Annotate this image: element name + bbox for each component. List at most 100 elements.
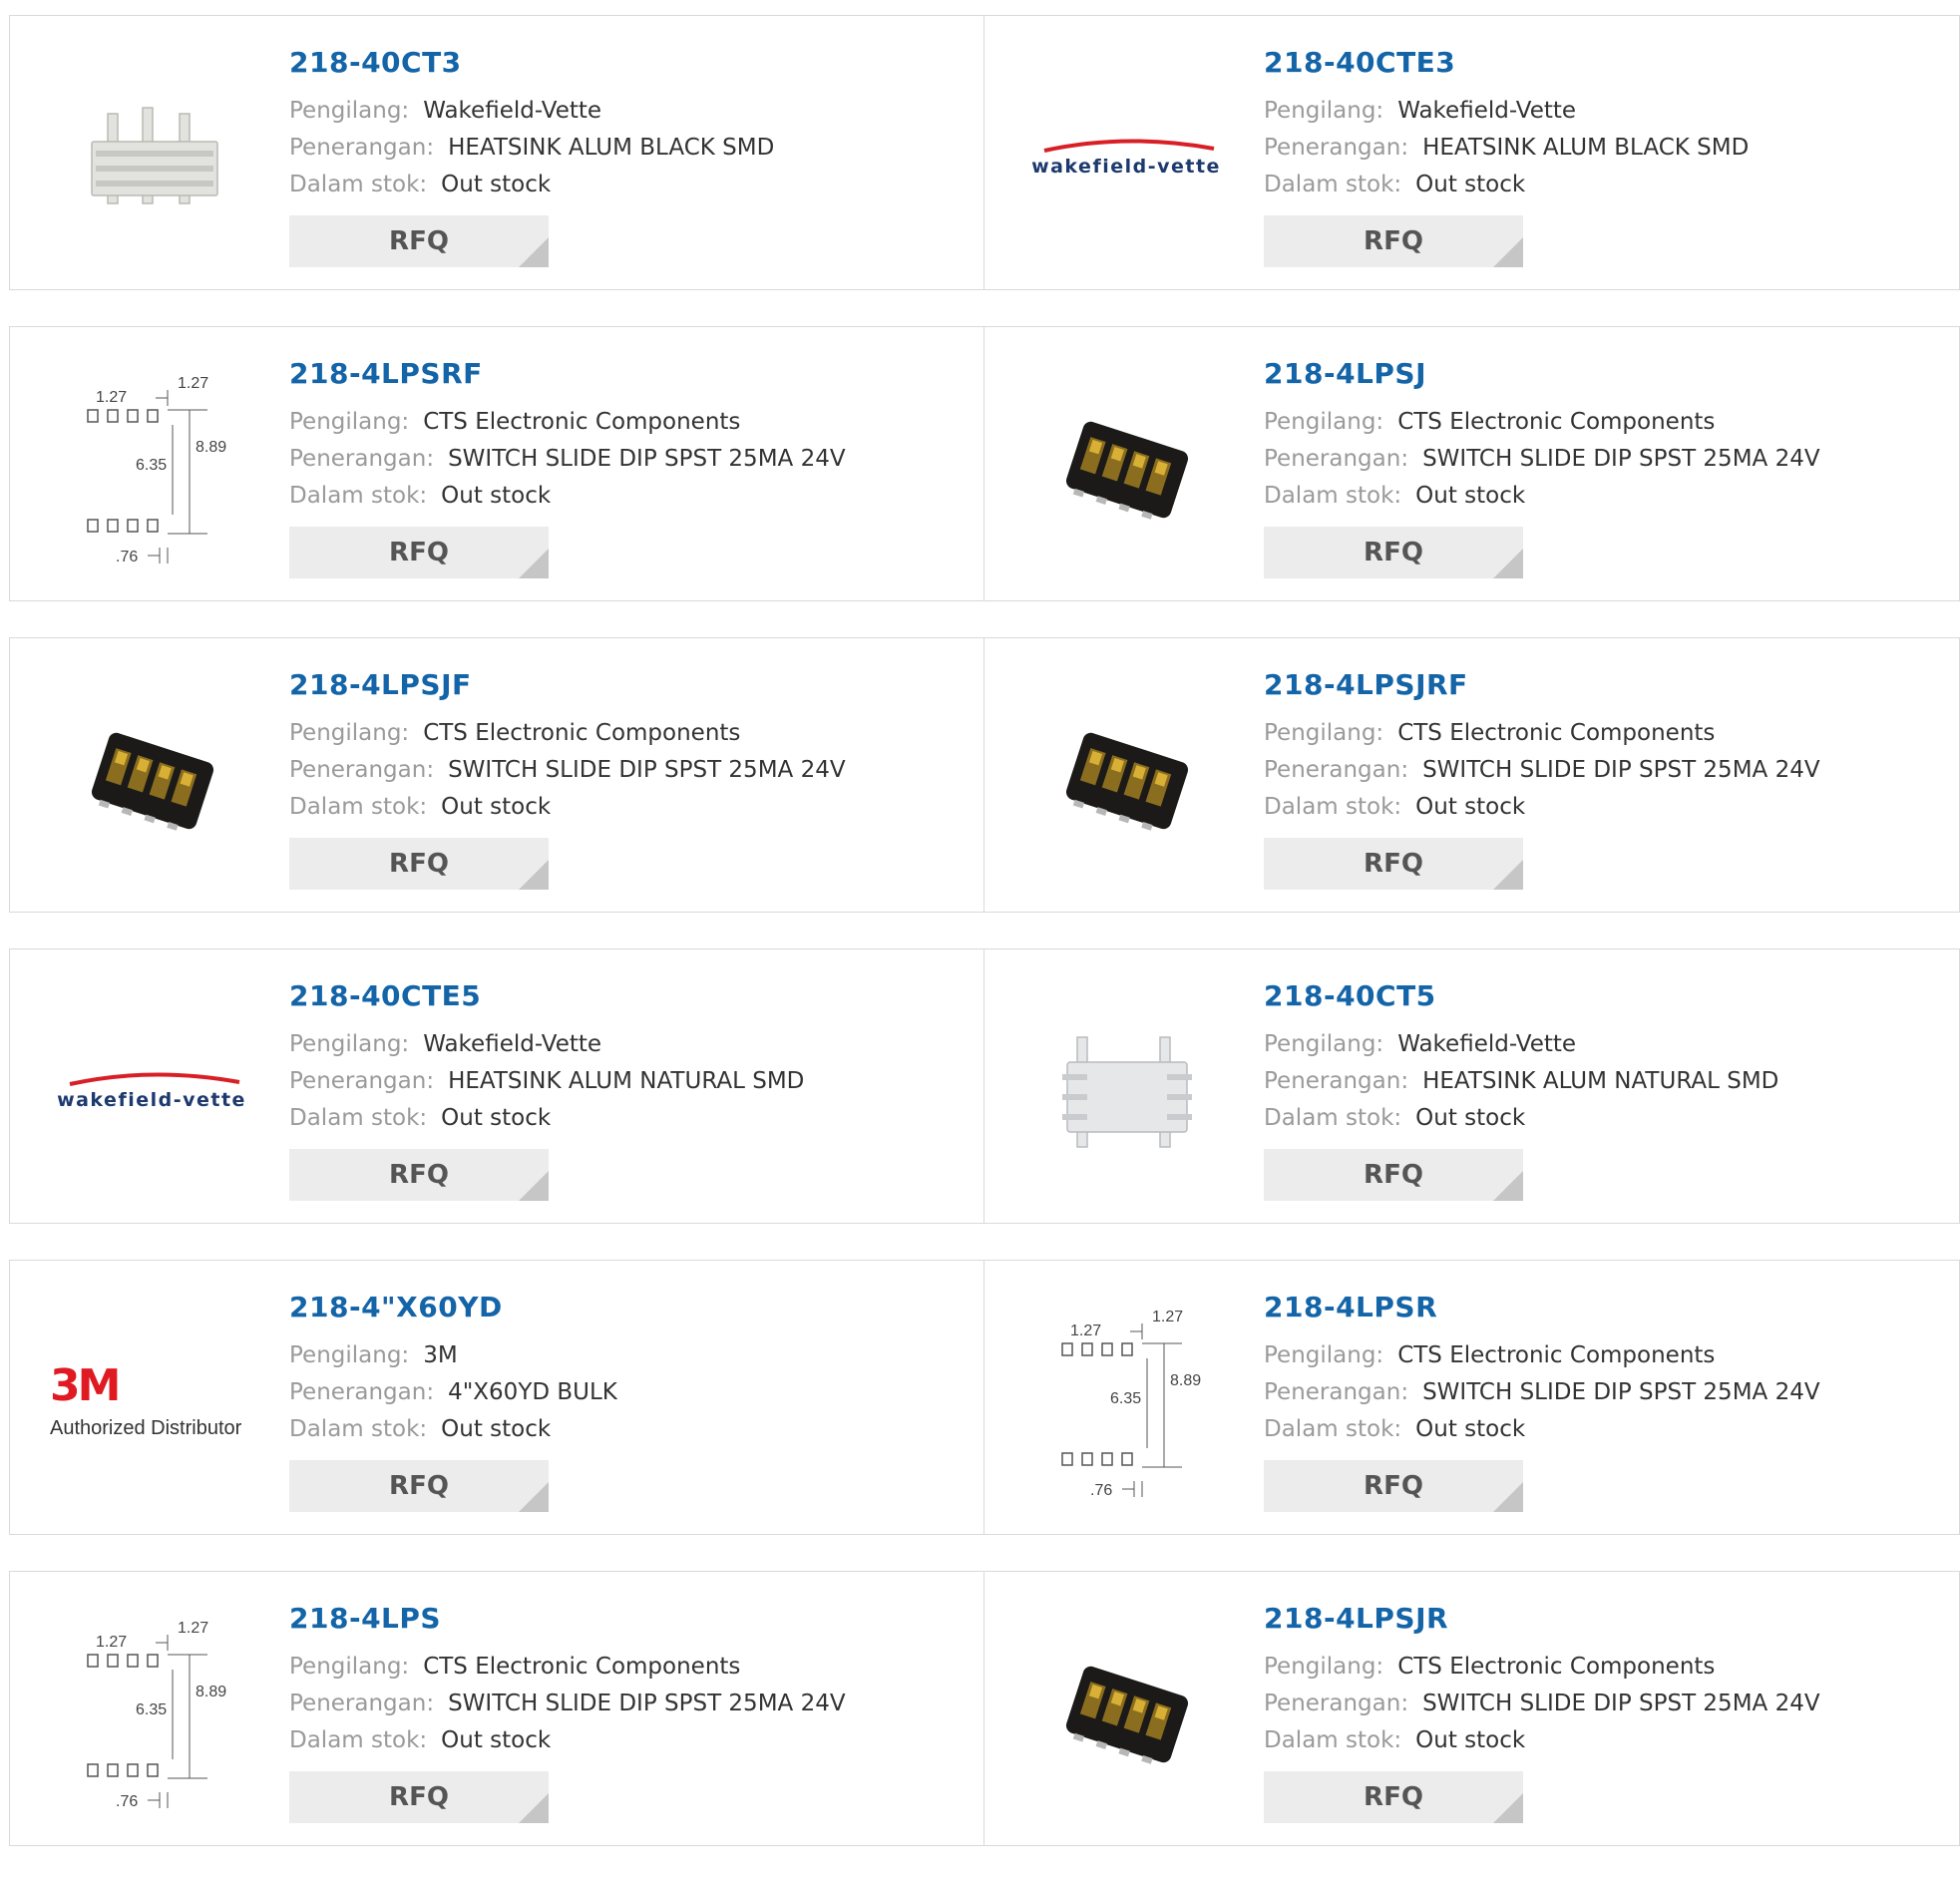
description-label: Penerangan: (289, 1379, 435, 1405)
description-label: Penerangan: (289, 1068, 435, 1094)
product-card: 1.27 1.27 8.89 6.35 .76 218-4LPSR Pengil… (984, 1260, 1960, 1535)
rfq-button[interactable]: RFQ (1264, 838, 1523, 890)
rfq-button[interactable]: RFQ (289, 527, 549, 578)
description-label: Penerangan: (1264, 1379, 1409, 1405)
description-value: SWITCH SLIDE DIP SPST 25MA 24V (448, 1691, 846, 1716)
manufacturer-label: Pengilang: (1264, 1342, 1384, 1368)
rfq-button[interactable]: RFQ (1264, 1460, 1523, 1512)
svg-text:.76: .76 (116, 1793, 138, 1810)
stock-label: Dalam stok: (289, 1105, 428, 1131)
part-number-link[interactable]: 218-4LPSJF (289, 668, 964, 701)
manufacturer-label: Pengilang: (289, 98, 410, 124)
stock-value: Out stock (1415, 1416, 1526, 1442)
manufacturer-value: CTS Electronic Components (423, 720, 741, 746)
rfq-button[interactable]: RFQ (289, 1149, 549, 1201)
part-number-link[interactable]: 218-4LPSR (1264, 1291, 1939, 1323)
product-card: 1.27 1.27 8.89 6.35 .76 218-4LPS Pengila… (9, 1571, 984, 1846)
product-card: 1.27 1.27 8.89 6.35 .76 218-4LPSRF Pengi… (9, 326, 984, 601)
rfq-button[interactable]: RFQ (1264, 215, 1523, 267)
part-number-link[interactable]: 218-40CT5 (1264, 979, 1939, 1012)
stock-label: Dalam stok: (1264, 483, 1402, 509)
stock-label: Dalam stok: (289, 172, 428, 197)
manufacturer-label: Pengilang: (289, 409, 410, 435)
part-number-link[interactable]: 218-40CTE5 (289, 979, 964, 1012)
description-value: SWITCH SLIDE DIP SPST 25MA 24V (1422, 1379, 1820, 1405)
manufacturer-label: Pengilang: (289, 1654, 410, 1680)
product-row: 1.27 1.27 8.89 6.35 .76 218-4LPS Pengila… (9, 1571, 1960, 1846)
part-number-link[interactable]: 218-4LPSJR (1264, 1602, 1939, 1635)
svg-text:8.89: 8.89 (196, 1684, 226, 1700)
rfq-button[interactable]: RFQ (289, 215, 549, 267)
manufacturer-value: CTS Electronic Components (423, 1654, 741, 1680)
product-row: 218-4LPSJF Pengilang: CTS Electronic Comp… (9, 637, 1960, 913)
rfq-button[interactable]: RFQ (289, 1460, 549, 1512)
rfq-button[interactable]: RFQ (1264, 527, 1523, 578)
product-card: 218-4LPSJRF Pengilang: CTS Electronic Com… (984, 637, 1960, 913)
part-number-link[interactable]: 218-4LPS (289, 1602, 964, 1635)
description-label: Penerangan: (289, 446, 435, 472)
product-image[interactable] (50, 56, 254, 260)
product-row: 1.27 1.27 8.89 6.35 .76 218-4LPSRF Pengi… (9, 326, 1960, 601)
svg-text:1.27: 1.27 (96, 1634, 127, 1651)
description-label: Penerangan: (1264, 135, 1409, 161)
rfq-button[interactable]: RFQ (1264, 1149, 1523, 1201)
description-value: SWITCH SLIDE DIP SPST 25MA 24V (1422, 1691, 1820, 1716)
part-number-link[interactable]: 218-4LPSJRF (1264, 668, 1939, 701)
product-image[interactable] (50, 678, 254, 883)
stock-label: Dalam stok: (289, 483, 428, 509)
description-label: Penerangan: (289, 1691, 435, 1716)
product-card: 218-40CT3 Pengilang: Wakefield-Vette Pene… (9, 15, 984, 290)
part-number-link[interactable]: 218-40CT3 (289, 46, 964, 79)
product-image[interactable]: wakefield-vette (50, 989, 254, 1194)
product-card: 218-4LPSJR Pengilang: CTS Electronic Comp… (984, 1571, 1960, 1846)
description-label: Penerangan: (1264, 757, 1409, 783)
stock-value: Out stock (1415, 483, 1526, 509)
product-image[interactable]: 1.27 1.27 8.89 6.35 .76 (50, 367, 254, 571)
stock-value: Out stock (441, 172, 552, 197)
product-image[interactable]: 1.27 1.27 8.89 6.35 .76 (1024, 1301, 1229, 1505)
product-card: 218-4LPSJF Pengilang: CTS Electronic Comp… (9, 637, 984, 913)
product-image[interactable]: 1.27 1.27 8.89 6.35 .76 (50, 1612, 254, 1816)
manufacturer-value: Wakefield-Vette (423, 1031, 602, 1057)
product-image[interactable] (1024, 989, 1229, 1194)
product-row: wakefield-vette 218-40CTE5 Pengilang: Wak… (9, 948, 1960, 1224)
product-image[interactable] (1024, 367, 1229, 571)
stock-value: Out stock (1415, 172, 1526, 197)
rfq-button[interactable]: RFQ (1264, 1771, 1523, 1823)
part-number-link[interactable]: 218-4LPSJ (1264, 357, 1939, 390)
manufacturer-label: Pengilang: (1264, 720, 1384, 746)
product-card: 218-4LPSJ Pengilang: CTS Electronic Compo… (984, 326, 1960, 601)
part-number-link[interactable]: 218-40CTE3 (1264, 46, 1939, 79)
product-image[interactable]: wakefield-vette (1024, 56, 1229, 260)
svg-text:1.27: 1.27 (1152, 1309, 1183, 1325)
product-card: 218-40CT5 Pengilang: Wakefield-Vette Pene… (984, 948, 1960, 1224)
stock-value: Out stock (441, 1416, 552, 1442)
svg-text:Authorized Distributor: Authorized Distributor (50, 1417, 242, 1439)
description-label: Penerangan: (289, 135, 435, 161)
product-image[interactable] (1024, 678, 1229, 883)
description-label: Penerangan: (1264, 446, 1409, 472)
svg-text:1.27: 1.27 (1070, 1322, 1101, 1339)
rfq-button[interactable]: RFQ (289, 838, 549, 890)
manufacturer-label: Pengilang: (289, 1031, 410, 1057)
description-value: HEATSINK ALUM NATURAL SMD (1422, 1068, 1779, 1094)
svg-text:1.27: 1.27 (178, 1620, 208, 1637)
description-value: HEATSINK ALUM NATURAL SMD (448, 1068, 805, 1094)
product-image[interactable] (1024, 1612, 1229, 1816)
product-image[interactable]: 3M Authorized Distributor (50, 1301, 254, 1505)
part-number-link[interactable]: 218-4"X60YD (289, 1291, 964, 1323)
part-number-link[interactable]: 218-4LPSRF (289, 357, 964, 390)
manufacturer-label: Pengilang: (1264, 1031, 1384, 1057)
manufacturer-value: CTS Electronic Components (423, 409, 741, 435)
stock-value: Out stock (1415, 1105, 1526, 1131)
svg-text:1.27: 1.27 (96, 389, 127, 406)
stock-value: Out stock (441, 1105, 552, 1131)
stock-label: Dalam stok: (1264, 1727, 1402, 1753)
svg-text:.76: .76 (1090, 1482, 1112, 1499)
svg-text:8.89: 8.89 (196, 439, 226, 456)
stock-value: Out stock (1415, 794, 1526, 820)
rfq-button[interactable]: RFQ (289, 1771, 549, 1823)
stock-value: Out stock (1415, 1727, 1526, 1753)
manufacturer-value: Wakefield-Vette (423, 98, 602, 124)
stock-label: Dalam stok: (289, 1727, 428, 1753)
